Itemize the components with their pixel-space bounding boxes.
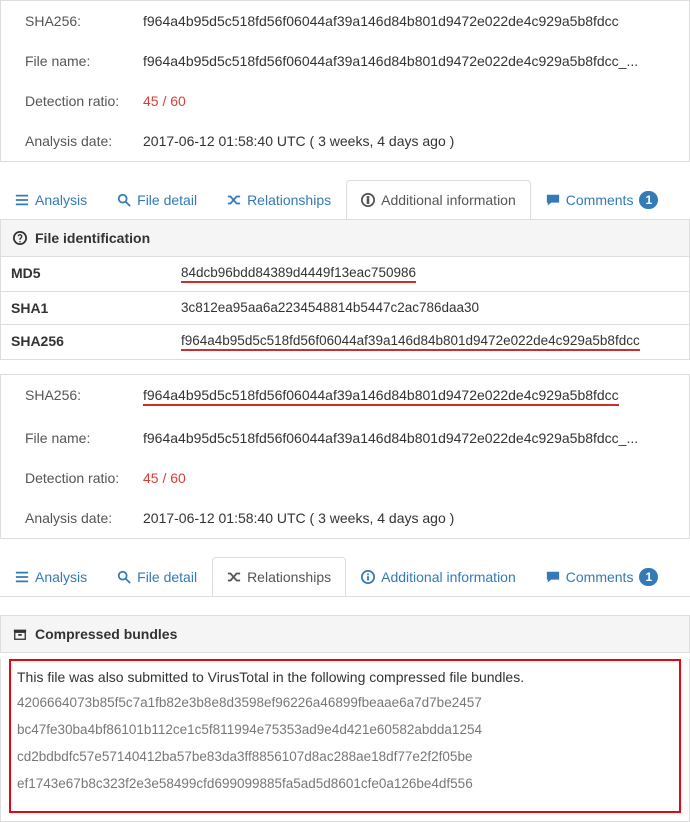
tab-relationships[interactable]: Relationships (212, 180, 346, 219)
search-icon (117, 570, 131, 584)
sha256-row: SHA256 f964a4b95d5c518fd56f06044af39a146… (1, 325, 689, 359)
tab-label: File detail (137, 192, 197, 208)
tab-label: Comments (566, 192, 634, 208)
compressed-bundles-panel: This file was also submitted to VirusTot… (0, 659, 690, 822)
filename-value: f964a4b95d5c518fd56f06044af39a146d84b801… (143, 53, 681, 69)
md5-row: MD5 84dcb96bdd84389d4449f13eac750986 (1, 257, 689, 292)
filename-label: File name: (25, 430, 143, 446)
compressed-bundles-box: This file was also submitted to VirusTot… (9, 659, 681, 813)
info-icon (361, 193, 375, 207)
tab-label: Analysis (35, 192, 87, 208)
tab-relationships[interactable]: Relationships (212, 557, 346, 597)
filename-label: File name: (25, 53, 143, 69)
tab-label: Additional information (381, 192, 516, 208)
tab-label: Relationships (247, 192, 331, 208)
file-summary-mid: SHA256: f964a4b95d5c518fd56f06044af39a14… (0, 374, 690, 539)
archive-icon (13, 627, 27, 641)
shuffle-icon (227, 193, 241, 207)
sha1-row: SHA1 3c812ea95aa6a2234548814b5447c2ac786… (1, 292, 689, 325)
shuffle-icon (227, 570, 241, 584)
tab-comments[interactable]: Comments 1 (531, 557, 673, 596)
detection-ratio-value: 45 / 60 (143, 93, 681, 109)
sha256-value: f964a4b95d5c518fd56f06044af39a146d84b801… (143, 13, 681, 29)
analysis-date-label: Analysis date: (25, 133, 143, 149)
md5-value: 84dcb96bdd84389d4449f13eac750986 (181, 265, 416, 283)
tab-label: Analysis (35, 569, 87, 585)
tab-votes[interactable]: Vote (673, 180, 690, 219)
tab-label: Comments (566, 569, 634, 585)
detection-ratio-label: Detection ratio: (25, 470, 143, 486)
info-icon (361, 570, 375, 584)
filename-value: f964a4b95d5c518fd56f06044af39a146d84b801… (143, 430, 681, 446)
heading-text: File identification (35, 230, 150, 246)
tabs-relationships: Analysis File detail Relationships Addit… (0, 557, 690, 597)
tab-label: Additional information (381, 569, 516, 585)
analysis-date-value: 2017-06-12 01:58:40 UTC ( 3 weeks, 4 day… (143, 133, 681, 149)
sha256-label: SHA256 (11, 333, 181, 351)
bundle-hash[interactable]: bc47fe30ba4bf86101b112ce1c5f811994e75353… (17, 722, 673, 737)
bundle-hash[interactable]: ef1743e67b8c323f2e3e58499cfd699099885fa5… (17, 776, 673, 791)
sha256-value: f964a4b95d5c518fd56f06044af39a146d84b801… (181, 333, 640, 351)
tab-file-detail[interactable]: File detail (102, 180, 212, 219)
bundle-hash[interactable]: 4206664073b85f5c7a1fb82e3b8e8d3598ef9622… (17, 695, 673, 710)
analysis-date-value: 2017-06-12 01:58:40 UTC ( 3 weeks, 4 day… (143, 510, 681, 526)
tab-file-detail[interactable]: File detail (102, 557, 212, 596)
tab-analysis[interactable]: Analysis (0, 180, 102, 219)
detection-ratio-label: Detection ratio: (25, 93, 143, 109)
tab-additional-information[interactable]: Additional information (346, 557, 531, 596)
analysis-date-label: Analysis date: (25, 510, 143, 526)
comments-count-badge: 1 (639, 568, 658, 586)
md5-label: MD5 (11, 265, 181, 283)
sha1-value: 3c812ea95aa6a2234548814b5447c2ac786daa30 (181, 300, 679, 316)
tab-label: Relationships (247, 569, 331, 585)
detection-ratio-value: 45 / 60 (143, 470, 681, 486)
tab-comments[interactable]: Comments 1 (531, 180, 673, 219)
comment-icon (546, 193, 560, 207)
tab-additional-information[interactable]: Additional information (346, 180, 531, 220)
tabs-additional: Analysis File detail Relationships Addit… (0, 180, 690, 220)
list-icon (15, 193, 29, 207)
compressed-intro: This file was also submitted to VirusTot… (17, 669, 673, 685)
sha256-label: SHA256: (25, 387, 143, 403)
bundle-hash[interactable]: cd2bdbdfc57e57140412ba57be83da3ff8856107… (17, 749, 673, 764)
file-identification-heading: File identification (0, 220, 690, 257)
comments-count-badge: 1 (639, 191, 658, 209)
list-icon (15, 570, 29, 584)
file-summary-top: SHA256: f964a4b95d5c518fd56f06044af39a14… (0, 0, 690, 162)
question-icon (13, 231, 27, 245)
comment-icon (546, 570, 560, 584)
search-icon (117, 193, 131, 207)
compressed-bundles-heading: Compressed bundles (0, 615, 690, 653)
heading-text: Compressed bundles (35, 626, 177, 642)
sha256-link[interactable]: f964a4b95d5c518fd56f06044af39a146d84b801… (143, 387, 619, 406)
sha256-label: SHA256: (25, 13, 143, 29)
sha1-label: SHA1 (11, 300, 181, 316)
tab-label: File detail (137, 569, 197, 585)
file-identification-table: MD5 84dcb96bdd84389d4449f13eac750986 SHA… (0, 257, 690, 360)
tab-analysis[interactable]: Analysis (0, 557, 102, 596)
